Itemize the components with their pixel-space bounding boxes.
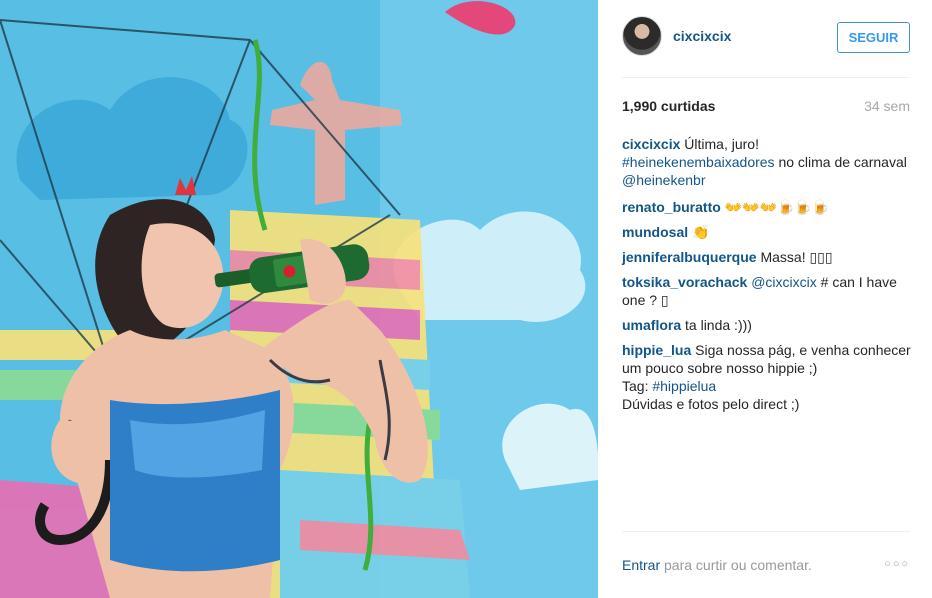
post-footer: Entrar para curtir ou comentar. ○○○: [622, 531, 910, 598]
hashtag-link[interactable]: #hippielua: [652, 378, 716, 394]
login-link[interactable]: Entrar: [622, 557, 660, 573]
comment-user[interactable]: jenniferalbuquerque: [622, 249, 757, 265]
post-photo[interactable]: [0, 0, 598, 598]
hashtag-link[interactable]: #heinekenembaixadores: [622, 154, 775, 170]
login-prompt: Entrar para curtir ou comentar.: [622, 557, 812, 573]
comment-text: Tag:: [622, 378, 653, 394]
comment-user[interactable]: cixcixcix: [622, 136, 680, 152]
comment-text: 👐👐👐🍺🍺🍺: [724, 199, 830, 215]
comment-item: hippie_lua Siga nossa pág, e venha conhe…: [622, 341, 912, 413]
photo-illustration: [0, 0, 598, 598]
follow-button[interactable]: SEGUIR: [837, 22, 910, 53]
login-text: para curtir ou comentar.: [660, 557, 812, 573]
comment-item: jenniferalbuquerque Massa! ▯▯▯: [622, 248, 912, 266]
comments-list: cixcixcix Última, juro! #heinekenembaixa…: [622, 135, 912, 420]
comment-user[interactable]: hippie_lua: [622, 342, 691, 358]
comment-text: Massa! ▯▯▯: [760, 249, 833, 265]
comment-text: Dúvidas e fotos pelo direct ;): [622, 396, 800, 412]
comment-item: mundosal 👏: [622, 223, 912, 241]
comment-user[interactable]: toksika_vorachack: [622, 274, 747, 290]
comment-user[interactable]: mundosal: [622, 224, 688, 240]
comment-item: renato_buratto 👐👐👐🍺🍺🍺: [622, 198, 912, 216]
avatar[interactable]: [622, 16, 662, 56]
post-username[interactable]: cixcixcix: [673, 28, 731, 44]
comment-text: Última, juro!: [684, 136, 759, 152]
comment-user[interactable]: renato_buratto: [622, 199, 721, 215]
comment-text: ta linda :))): [685, 317, 752, 333]
comment-text: 👏: [692, 224, 710, 240]
comment-item: umaflora ta linda :))): [622, 316, 912, 334]
likes-count[interactable]: 1,990 curtidas: [622, 98, 715, 114]
comment-text: no clima de carnaval: [774, 154, 907, 170]
comment-item: toksika_vorachack @cixcixcix # can I hav…: [622, 273, 912, 309]
post-side-panel: cixcixcix SEGUIR 1,990 curtidas 34 sem c…: [598, 0, 932, 598]
mention-link[interactable]: @cixcixcix: [751, 274, 817, 290]
caption: cixcixcix Última, juro! #heinekenembaixa…: [622, 135, 912, 189]
post-time[interactable]: 34 sem: [864, 98, 910, 114]
more-options-icon[interactable]: ○○○: [884, 558, 910, 570]
mention-link[interactable]: @heinekenbr: [622, 172, 706, 188]
post-header: cixcixcix SEGUIR: [622, 16, 910, 78]
comment-user[interactable]: umaflora: [622, 317, 681, 333]
